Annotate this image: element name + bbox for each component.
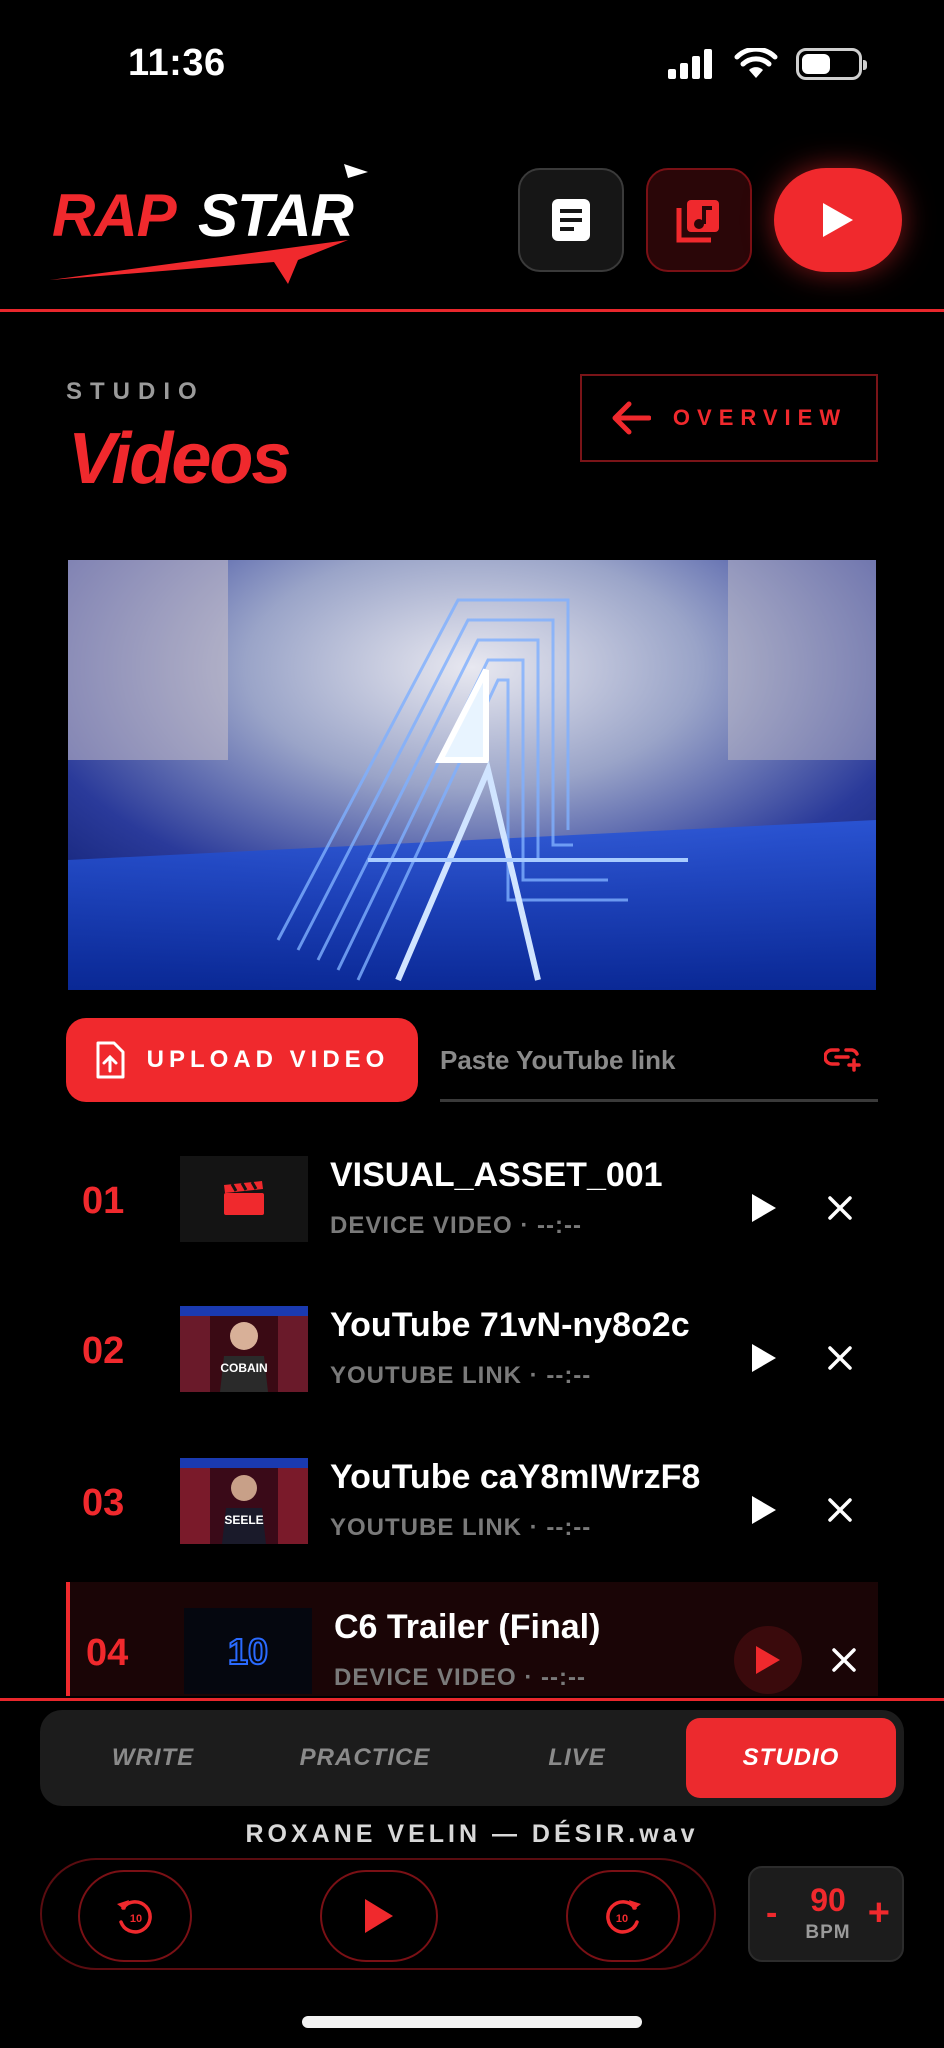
video-number: 03 (82, 1482, 125, 1524)
video-thumbnail: 10 (184, 1608, 312, 1694)
video-player[interactable] (68, 560, 876, 990)
video-thumbnail (180, 1156, 308, 1242)
play-icon (752, 1344, 776, 1372)
tab-live[interactable]: LIVE (472, 1718, 682, 1798)
close-icon (828, 1196, 852, 1220)
video-remove-button[interactable] (814, 1182, 866, 1234)
overview-button[interactable]: OVERVIEW (580, 374, 878, 462)
skip-forward-10-icon: 10 (606, 1900, 641, 1934)
overview-label: OVERVIEW (672, 405, 848, 430)
video-row[interactable]: 02 COBAIN YouTube 71vN-ny8o2c YOUTUBE LI… (66, 1280, 878, 1418)
wifi-icon (734, 48, 778, 78)
youtube-thumbnail: COBAIN (180, 1306, 308, 1392)
skip-back-seconds: 10 (130, 1913, 142, 1925)
section-eyebrow: STUDIO (66, 378, 205, 405)
add-link-icon[interactable] (824, 1046, 862, 1072)
close-icon (828, 1498, 852, 1522)
play-icon (823, 203, 853, 237)
skip-back-button[interactable]: 10 (78, 1870, 192, 1962)
header-play-button[interactable] (774, 168, 902, 272)
video-remove-button[interactable] (818, 1634, 870, 1686)
upload-file-icon (96, 1041, 125, 1079)
video-meta: YOUTUBE LINK · --:-- (330, 1362, 592, 1389)
divider (0, 1698, 944, 1701)
video-title: YouTube 71vN-ny8o2c (330, 1306, 690, 1344)
tab-practice[interactable]: PRACTICE (260, 1718, 470, 1798)
video-title: YouTube caY8mIWrzF8 (330, 1458, 701, 1496)
close-icon (828, 1346, 852, 1370)
status-icons (668, 48, 867, 80)
play-icon (365, 1899, 393, 1933)
upload-video-label: UPLOAD VIDEO (146, 1046, 390, 1073)
transport-controls: 10 10 (40, 1858, 716, 1970)
mode-tabs: WRITE PRACTICE LIVE STUDIO (40, 1710, 904, 1806)
skip-forward-seconds: 10 (616, 1913, 628, 1925)
video-title: VISUAL_ASSET_001 (330, 1156, 663, 1194)
clapperboard-icon (224, 1181, 264, 1215)
video-remove-button[interactable] (814, 1484, 866, 1536)
youtube-link-field (440, 1018, 878, 1102)
video-meta: YOUTUBE LINK · --:-- (330, 1514, 592, 1541)
upload-video-button[interactable]: UPLOAD VIDEO (66, 1018, 418, 1102)
page-title: Videos (68, 419, 291, 499)
rapstar-logo: RAP STAR (50, 164, 368, 284)
tab-write[interactable]: WRITE (48, 1718, 258, 1798)
music-library-icon (676, 200, 719, 243)
video-row-active[interactable]: 04 10 C6 Trailer (Final) DEVICE VIDEO · … (66, 1582, 878, 1696)
tab-studio[interactable]: STUDIO (686, 1718, 896, 1798)
notes-icon (552, 199, 590, 241)
video-number: 04 (86, 1632, 129, 1674)
skip-back-10-icon: 10 (117, 1900, 152, 1934)
skip-forward-button[interactable]: 10 (566, 1870, 680, 1962)
cellular-signal-icon (668, 49, 712, 79)
thumbnail-art: 10 (184, 1608, 312, 1694)
video-frame (68, 560, 876, 990)
video-list: 01 VISUAL_ASSET_001 DEVICE VIDEO · --:--… (66, 1130, 878, 1696)
transport-play-button[interactable] (320, 1870, 438, 1962)
video-row[interactable]: 03 SEELE YouTube caY8mIWrzF8 YOUTUBE LIN… (66, 1432, 878, 1570)
play-icon (756, 1646, 780, 1674)
thumbnail-label: COBAIN (220, 1361, 267, 1375)
svg-text:STAR: STAR (198, 182, 354, 249)
youtube-thumbnail: SEELE (180, 1458, 308, 1544)
bpm-control: - 90 BPM + (748, 1866, 904, 1962)
video-meta: DEVICE VIDEO · --:-- (334, 1664, 586, 1691)
thumbnail-art: COBAIN (180, 1306, 308, 1392)
thumbnail-label: SEELE (224, 1513, 263, 1527)
status-bar: 11:36 (0, 0, 944, 120)
app-header: RAP STAR (0, 150, 944, 312)
video-remove-button[interactable] (814, 1332, 866, 1384)
video-play-button[interactable] (730, 1174, 798, 1242)
arrow-left-icon (612, 401, 651, 435)
youtube-link-input[interactable] (440, 1018, 810, 1102)
play-icon (752, 1496, 776, 1524)
bpm-increase-button[interactable]: + (868, 1892, 890, 1935)
close-icon (832, 1648, 856, 1672)
thumbnail-art: SEELE (180, 1458, 308, 1544)
play-icon (752, 1194, 776, 1222)
video-row[interactable]: 01 VISUAL_ASSET_001 DEVICE VIDEO · --:-- (66, 1130, 878, 1268)
status-time: 11:36 (128, 42, 226, 84)
video-play-button[interactable] (730, 1324, 798, 1392)
video-number: 02 (82, 1330, 125, 1372)
video-title: C6 Trailer (Final) (334, 1608, 601, 1646)
now-playing-track: ROXANE VELIN — DÉSIR.wav (245, 1820, 699, 1848)
music-library-button[interactable] (646, 168, 752, 272)
notes-button[interactable] (518, 168, 624, 272)
video-meta: DEVICE VIDEO · --:-- (330, 1212, 582, 1239)
video-number: 01 (82, 1180, 125, 1222)
svg-text:RAP: RAP (52, 182, 178, 249)
thumbnail-label: 10 (228, 1631, 268, 1672)
home-indicator[interactable] (302, 2016, 642, 2028)
video-play-button[interactable] (730, 1476, 798, 1544)
battery-icon (796, 48, 867, 80)
video-play-button[interactable] (734, 1626, 802, 1694)
